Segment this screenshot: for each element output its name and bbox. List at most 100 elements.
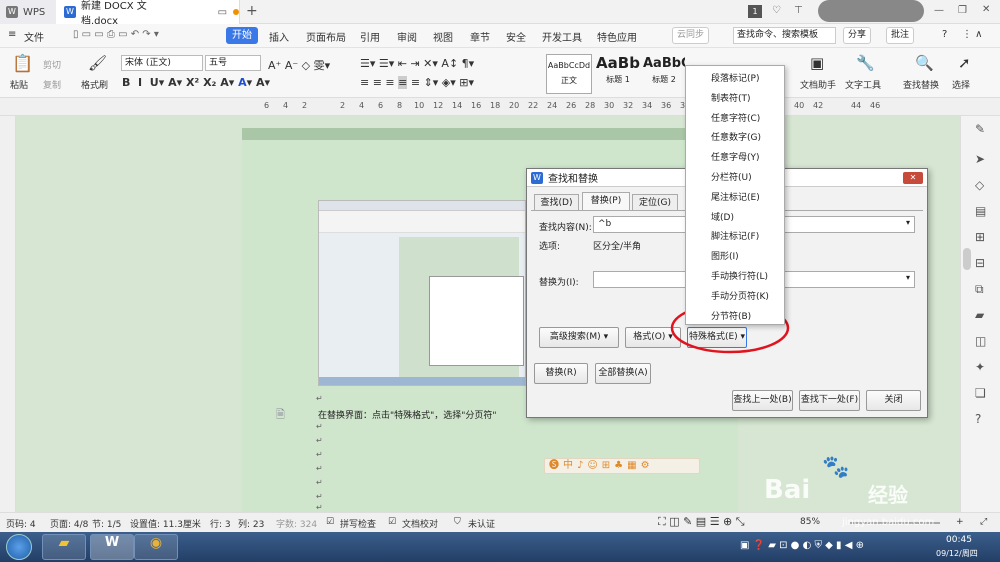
tab-special[interactable]: 特色应用 bbox=[597, 29, 637, 44]
menu-item-page-break[interactable]: 手动分页符(K) bbox=[711, 289, 769, 302]
paste-label[interactable]: 粘贴 bbox=[10, 78, 28, 91]
tab-goto[interactable]: 定位(G) bbox=[632, 194, 678, 211]
status-pages[interactable]: 页面: 4/8 bbox=[50, 517, 88, 530]
tab-replace[interactable]: 替换(P) bbox=[582, 192, 630, 211]
hamburger-icon[interactable]: ≡ bbox=[8, 29, 16, 40]
tab-view[interactable]: 视图 bbox=[433, 29, 453, 44]
new-tab-button[interactable]: + bbox=[246, 3, 258, 19]
font-size-tools[interactable]: A⁺ A⁻ ◇ 雯▾ bbox=[268, 57, 330, 73]
magnifier-icon[interactable]: 🔍 bbox=[915, 54, 934, 72]
menu-item-tab[interactable]: 制表符(T) bbox=[711, 91, 751, 104]
stack-icon[interactable]: ❏ bbox=[975, 386, 986, 400]
user-avatar[interactable] bbox=[818, 0, 924, 22]
table-icon[interactable]: ⊞ bbox=[975, 230, 985, 244]
replace-dropdown-icon[interactable]: ▾ bbox=[906, 273, 910, 282]
format-painter-icon[interactable]: 🖌 bbox=[88, 54, 107, 72]
more-icon[interactable]: ⋮ ∧ bbox=[962, 29, 983, 40]
menu-file[interactable]: 文件 bbox=[24, 29, 44, 44]
tray-time[interactable]: 00:45 bbox=[946, 535, 972, 545]
close-window-icon[interactable]: ✕ bbox=[982, 4, 990, 15]
tray-date[interactable]: 09/12/周四 bbox=[936, 548, 978, 559]
spell-check-button[interactable]: 拼写检查 bbox=[340, 517, 376, 530]
tab-start[interactable]: 开始 bbox=[226, 27, 258, 44]
doc-assistant-label[interactable]: 文档助手 bbox=[800, 78, 836, 91]
tab-insert[interactable]: 插入 bbox=[269, 29, 289, 44]
quick-access-icons[interactable]: ▯ ▭ ▭ ⎙ ▭ ↶ ↷ ▾ bbox=[73, 29, 159, 40]
start-button[interactable] bbox=[6, 534, 32, 560]
advanced-search-button[interactable]: 高级搜索(M) ▾ bbox=[539, 327, 619, 348]
menu-item-endnote[interactable]: 尾注标记(E) bbox=[711, 190, 760, 203]
copy-button[interactable]: 复制 bbox=[43, 78, 61, 91]
expand-icon[interactable]: ⤢ bbox=[980, 517, 987, 527]
help-button[interactable]: ? bbox=[942, 29, 947, 40]
nav-icon[interactable]: ◫ bbox=[975, 334, 986, 348]
ime-toolbar[interactable]: 🅢中♪☺⊞♣▦⚙ bbox=[544, 458, 700, 474]
format-painter-label[interactable]: 格式刷 bbox=[81, 78, 108, 91]
list-tools[interactable]: ☰▾ ☰▾ ⇤ ⇥ ✕▾ A↕ ¶▾ bbox=[360, 57, 474, 70]
puzzle-icon[interactable]: ✦ bbox=[975, 360, 985, 374]
tab-chapter[interactable]: 章节 bbox=[470, 29, 490, 44]
dialog-close-icon[interactable]: ✕ bbox=[903, 172, 923, 184]
menu-item-any-letter[interactable]: 任意字母(Y) bbox=[711, 150, 760, 163]
doc-check-icon[interactable]: ☑ bbox=[388, 517, 396, 527]
find-replace-label[interactable]: 查找替换 bbox=[903, 78, 939, 91]
tab-reference[interactable]: 引用 bbox=[360, 29, 380, 44]
cut-button[interactable]: 剪切 bbox=[43, 58, 61, 71]
comment-button[interactable]: 批注 bbox=[886, 27, 915, 44]
wps-home-tab[interactable]: W WPS bbox=[0, 0, 56, 24]
help-side-icon[interactable]: ? bbox=[975, 412, 981, 426]
find-dropdown-icon[interactable]: ▾ bbox=[906, 218, 910, 227]
window-icon[interactable]: ▭ bbox=[218, 7, 227, 18]
style-heading-2[interactable]: AaBbC 标题 2 bbox=[643, 54, 685, 94]
replace-all-button[interactable]: 全部替换(A) bbox=[595, 363, 651, 384]
cloud-sync-button[interactable]: 云同步 bbox=[672, 27, 710, 44]
crop-icon[interactable]: ⧉ bbox=[975, 282, 984, 297]
edit-icon[interactable]: ✎ bbox=[975, 122, 985, 136]
tab-dev-tools[interactable]: 开发工具 bbox=[542, 29, 582, 44]
view-mode-icons[interactable]: ⛶ ◫ ✎ ▤ ☰ ⊕ ⤡ bbox=[658, 515, 745, 529]
replace-button[interactable]: 替换(R) bbox=[534, 363, 588, 384]
spell-check-icon[interactable]: ☑ bbox=[326, 517, 334, 527]
document-side-icon[interactable]: ▤ bbox=[975, 204, 986, 218]
text-tools-label[interactable]: 文字工具 bbox=[845, 78, 881, 91]
tab-find[interactable]: 查找(D) bbox=[534, 194, 579, 211]
tab-security[interactable]: 安全 bbox=[506, 29, 526, 44]
pointer-icon[interactable]: ➤ bbox=[975, 152, 985, 166]
tab-review[interactable]: 审阅 bbox=[397, 29, 417, 44]
close-button[interactable]: 关闭 bbox=[866, 390, 921, 411]
menu-item-any-char[interactable]: 任意字符(C) bbox=[711, 111, 760, 124]
grid-icon[interactable]: ⊟ bbox=[975, 256, 985, 270]
taskbar-chrome[interactable]: ◉ bbox=[134, 534, 178, 560]
horizontal-ruler[interactable]: 6 4 2 2 4 6 8 10 12 14 16 18 20 22 24 26… bbox=[0, 98, 1000, 116]
doc-check-button[interactable]: 文档校对 bbox=[402, 517, 438, 530]
font-style-tools[interactable]: B I U▾ A▾ X² X₂ A▾ A▾ A▾ bbox=[122, 76, 270, 89]
menu-item-any-digit[interactable]: 任意数字(G) bbox=[711, 130, 761, 143]
menu-item-graphic[interactable]: 图形(I) bbox=[711, 249, 739, 262]
zoom-level[interactable]: 85% bbox=[800, 517, 820, 527]
doc-assistant-icon[interactable]: ▣ bbox=[810, 54, 824, 72]
tag-icon[interactable]: ▰ bbox=[975, 308, 984, 322]
vertical-ruler[interactable] bbox=[0, 116, 16, 512]
command-search-input[interactable]: 查找命令、搜索模板 bbox=[733, 27, 836, 44]
skin-icon[interactable]: ♡ bbox=[772, 5, 781, 16]
menu-item-line-break[interactable]: 手动换行符(L) bbox=[711, 269, 768, 282]
menu-item-section-break[interactable]: 分节符(B) bbox=[711, 309, 751, 322]
style-heading-1[interactable]: AaBb 标题 1 bbox=[596, 54, 640, 94]
minimize-icon[interactable]: — bbox=[934, 5, 944, 16]
shape-icon[interactable]: ◇ bbox=[975, 178, 984, 192]
font-family-select[interactable]: 宋体 (正文) bbox=[121, 55, 203, 71]
shirt-icon[interactable]: ⊤ bbox=[794, 5, 803, 16]
scrollbar-thumb[interactable] bbox=[963, 248, 971, 270]
menu-item-field[interactable]: 域(D) bbox=[711, 210, 734, 223]
find-previous-button[interactable]: 查找上一处(B) bbox=[732, 390, 793, 411]
menu-item-footnote[interactable]: 脚注标记(F) bbox=[711, 229, 759, 242]
paste-icon[interactable]: 📋 bbox=[12, 54, 33, 74]
taskbar-explorer[interactable]: ▰ bbox=[42, 534, 86, 560]
font-size-select[interactable]: 五号 bbox=[205, 55, 261, 71]
tab-layout[interactable]: 页面布局 bbox=[306, 29, 346, 44]
align-tools[interactable]: ≡ ≡ ≡ ≡ ≡ ⇕▾ ◈▾ ⊞▾ bbox=[360, 76, 474, 89]
menu-item-column-break[interactable]: 分栏符(U) bbox=[711, 170, 752, 183]
tray-icons[interactable]: ▣ ❓ ▰ ⊡ ● ◐ ⛨ ◆ ▮ ◀ ⊕ bbox=[740, 540, 864, 551]
status-word-count[interactable]: 字数: 324 bbox=[276, 517, 317, 530]
taskbar-wps[interactable]: W bbox=[90, 534, 134, 560]
